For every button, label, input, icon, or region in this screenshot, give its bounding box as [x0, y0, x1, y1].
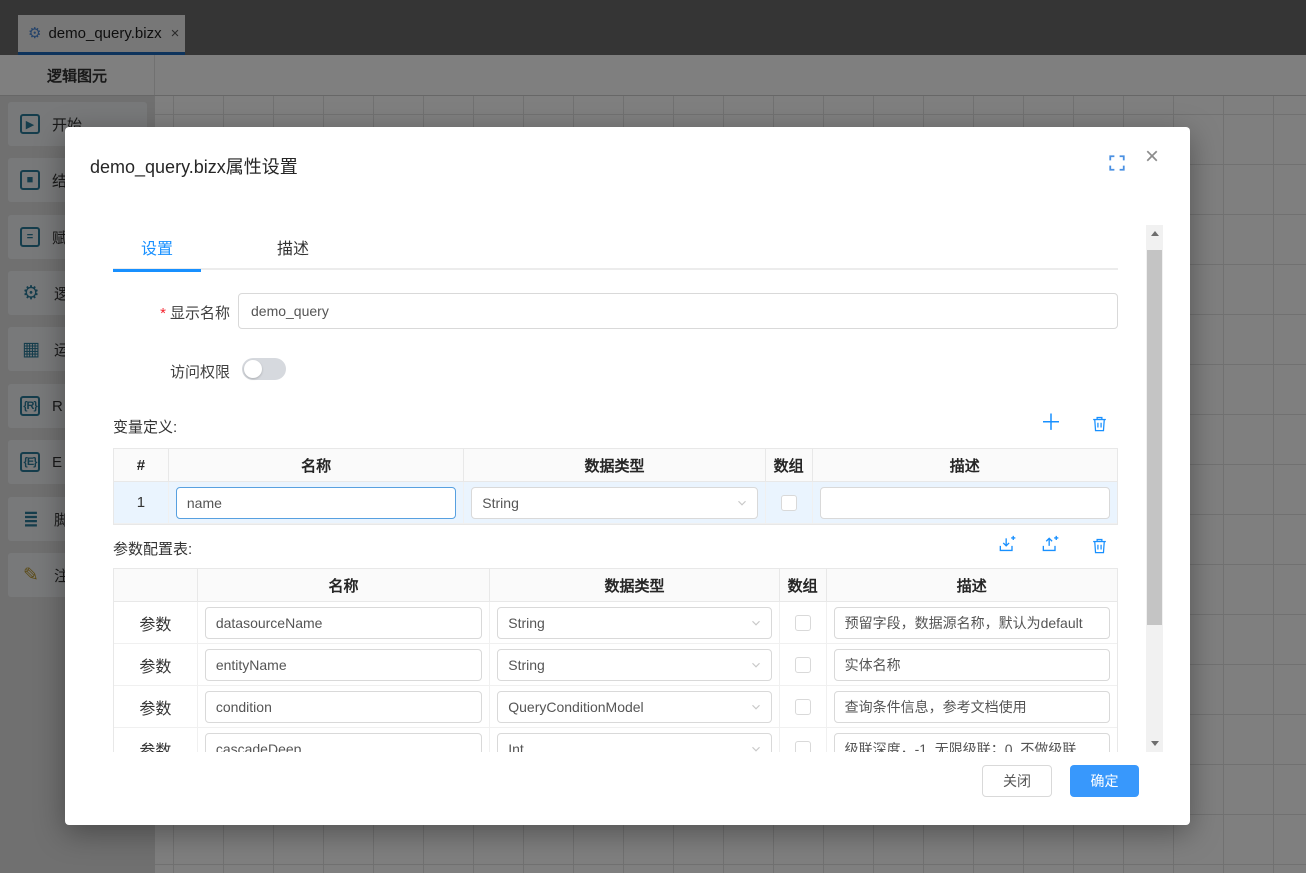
params-section-label: 参数配置表: [113, 538, 192, 559]
chevron-down-icon [749, 658, 763, 672]
param-name-input[interactable] [205, 733, 482, 753]
param-type-select[interactable]: Int [497, 733, 771, 753]
param-name-input[interactable] [205, 649, 482, 681]
param-array-checkbox[interactable] [795, 657, 811, 673]
variable-type-select[interactable]: String [471, 487, 757, 519]
col-array: 数组 [766, 449, 813, 482]
toggle-knob [244, 360, 262, 378]
param-array-checkbox[interactable] [795, 699, 811, 715]
variable-array-checkbox[interactable] [781, 495, 797, 511]
param-kind: 参数 [114, 602, 198, 644]
params-table: 名称 数据类型 数组 描述 参数 String 参数 [113, 568, 1118, 752]
dialog-scrollbar[interactable] [1146, 225, 1163, 752]
required-mark: * [160, 305, 166, 322]
param-row: 参数 QueryConditionModel [114, 686, 1117, 728]
variable-row: 1 String [114, 482, 1117, 524]
param-desc-input[interactable] [834, 649, 1110, 681]
dialog-title: demo_query.bizx属性设置 [90, 153, 298, 179]
col-type: 数据类型 [490, 569, 779, 602]
row-index: 1 [114, 482, 169, 524]
import-params-button[interactable] [996, 534, 1018, 556]
access-label: 访问权限 [65, 361, 230, 382]
col-name: 名称 [169, 449, 464, 482]
tab-settings[interactable]: 设置 [113, 237, 201, 270]
param-name-input[interactable] [205, 607, 482, 639]
ok-button[interactable]: 确定 [1070, 765, 1139, 797]
scroll-down-button[interactable] [1146, 735, 1163, 752]
close-button[interactable]: 关闭 [982, 765, 1052, 797]
col-array: 数组 [780, 569, 827, 602]
param-row: 参数 String [114, 602, 1117, 644]
param-desc-input[interactable] [834, 733, 1110, 753]
variables-table: # 名称 数据类型 数组 描述 1 String [113, 448, 1118, 525]
delete-variable-button[interactable] [1088, 412, 1110, 434]
variable-desc-input[interactable] [820, 487, 1110, 519]
param-type-select[interactable]: QueryConditionModel [497, 691, 771, 723]
col-kind [114, 569, 198, 602]
import-icon [997, 535, 1017, 555]
delete-param-button[interactable] [1088, 534, 1110, 556]
tab-description[interactable]: 描述 [249, 237, 337, 270]
param-type-select[interactable]: String [497, 649, 771, 681]
chevron-down-icon [735, 496, 749, 510]
plus-icon: ＋ [1040, 412, 1062, 434]
chevron-down-icon [749, 616, 763, 630]
export-params-button[interactable] [1039, 534, 1061, 556]
col-type: 数据类型 [464, 449, 765, 482]
dialog-content: 设置 描述 *显示名称 访问权限 变量定义: ＋ [65, 225, 1146, 752]
variables-section-label: 变量定义: [113, 416, 177, 437]
fullscreen-button[interactable] [1108, 154, 1126, 172]
arrow-down-icon [1151, 741, 1159, 746]
param-name-input[interactable] [205, 691, 482, 723]
arrow-up-icon [1151, 231, 1159, 236]
access-toggle[interactable] [242, 358, 286, 380]
params-header-row: 名称 数据类型 数组 描述 [114, 569, 1117, 602]
export-icon [1040, 535, 1060, 555]
chevron-down-icon [749, 700, 763, 714]
col-name: 名称 [198, 569, 490, 602]
display-name-input[interactable] [238, 293, 1118, 329]
param-array-checkbox[interactable] [795, 741, 811, 753]
properties-dialog: demo_query.bizx属性设置 × 设置 描述 *显示名称 访问权限 [65, 127, 1190, 825]
scroll-up-button[interactable] [1146, 225, 1163, 242]
param-row: 参数 String [114, 644, 1117, 686]
screen: ⚙ demo_query.bizx × 1 [0, 0, 1306, 873]
scrollbar-thumb[interactable] [1147, 250, 1162, 625]
param-array-checkbox[interactable] [795, 615, 811, 631]
add-variable-button[interactable]: ＋ [1040, 412, 1062, 434]
variable-name-input[interactable] [176, 487, 456, 519]
col-index: # [114, 449, 169, 482]
param-row: 参数 Int [114, 728, 1117, 752]
variables-header-row: # 名称 数据类型 数组 描述 [114, 449, 1117, 482]
trash-icon [1090, 536, 1109, 555]
close-icon[interactable]: × [1145, 145, 1159, 169]
dialog-tabs: 设置 描述 [113, 237, 1118, 270]
trash-icon [1090, 414, 1109, 433]
param-kind: 参数 [114, 728, 198, 752]
chevron-down-icon [749, 742, 763, 753]
param-desc-input[interactable] [834, 607, 1110, 639]
param-kind: 参数 [114, 644, 198, 686]
fullscreen-icon [1108, 154, 1126, 172]
param-desc-input[interactable] [834, 691, 1110, 723]
col-desc: 描述 [827, 569, 1117, 602]
col-desc: 描述 [813, 449, 1117, 482]
param-kind: 参数 [114, 686, 198, 728]
param-type-select[interactable]: String [497, 607, 771, 639]
display-name-label: *显示名称 [65, 302, 230, 323]
